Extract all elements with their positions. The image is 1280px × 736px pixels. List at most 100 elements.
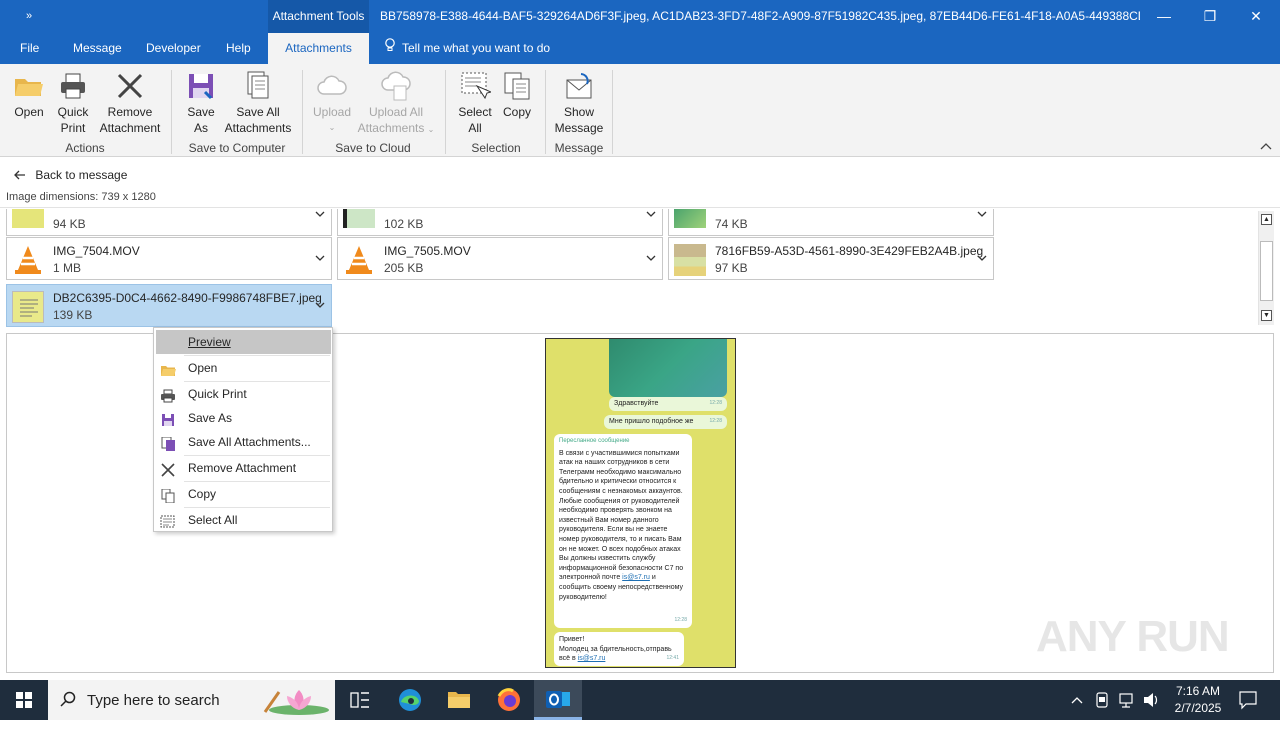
attachment-item[interactable]: 94 KB (6, 209, 332, 236)
windows-taskbar: Type here to search 7:16 AM 2/7/2025 (0, 680, 1280, 720)
firefox-taskbar-button[interactable] (485, 680, 533, 720)
close-button[interactable]: ✕ (1233, 0, 1279, 33)
outlook-icon (534, 691, 582, 723)
menu-item-preview[interactable]: Preview (156, 330, 331, 354)
attachment-tools-context-label: Attachment Tools (268, 0, 369, 33)
menu-item-select-all[interactable]: Select All (156, 508, 331, 532)
scrollbar-thumb[interactable] (1260, 241, 1273, 301)
menu-item-remove-attachment[interactable]: Remove Attachment (156, 456, 331, 480)
anyrun-watermark: ANY RUN (1036, 612, 1230, 661)
chevron-down-icon[interactable] (646, 250, 656, 264)
minimize-button[interactable]: — (1141, 0, 1187, 33)
menu-item-save-all[interactable]: Save All Attachments... (156, 430, 331, 454)
upload-all-label-2-text: Attachments (357, 121, 425, 135)
attachment-name: IMG_7504.MOV (53, 244, 140, 258)
tab-developer[interactable]: Developer (146, 33, 201, 64)
ribbon: Open Quick Print Remove Attachment Actio… (0, 64, 1280, 157)
tab-message[interactable]: Message (73, 33, 122, 64)
file-explorer-taskbar-button[interactable] (435, 680, 483, 720)
scroll-up-icon[interactable]: ▲ (1261, 214, 1272, 225)
chevron-down-icon[interactable] (977, 209, 987, 220)
attachment-list-scrollbar[interactable]: ▲ ▼ (1258, 211, 1274, 325)
attachment-name: DB2C6395-D0C4-4662-8490-F9986748FBE7.jpe… (53, 291, 322, 305)
chevron-down-icon[interactable] (315, 209, 325, 220)
scroll-down-icon[interactable]: ▼ (1261, 310, 1272, 321)
back-to-message-link[interactable]: Back to message (14, 168, 127, 182)
chevron-down-icon[interactable] (646, 209, 656, 220)
printer-icon (57, 70, 89, 102)
start-button[interactable] (0, 680, 48, 720)
attachment-item[interactable]: 7816FB59-A53D-4561-8990-3E429FEB2A4B.jpe… (668, 237, 994, 280)
open-button[interactable]: Open (10, 70, 48, 120)
chevron-down-icon[interactable] (977, 250, 987, 264)
attachment-item[interactable]: IMG_7505.MOV 205 KB (337, 237, 663, 280)
tab-help[interactable]: Help (226, 33, 251, 64)
chevron-down-icon[interactable] (315, 297, 325, 311)
chat-image-thumbnail (609, 339, 727, 397)
attachment-size: 1 MB (53, 261, 82, 275)
volume-icon[interactable] (1142, 680, 1160, 720)
preview-image: Здравствуйте 12:28 Мне пришло подобное ж… (545, 338, 736, 668)
taskbar-search-box[interactable]: Type here to search (48, 680, 335, 720)
save-all-attachments-button[interactable]: Save All Attachments (222, 70, 294, 136)
windows-logo-icon (0, 692, 48, 723)
lightbulb-icon (384, 33, 402, 64)
attachment-size: 205 KB (384, 261, 424, 275)
device-icon[interactable] (1094, 680, 1110, 720)
attachment-item[interactable]: 74 KB (668, 209, 994, 236)
window-title: BB758978-E388-4644-BAF5-329264AD6F3F.jpe… (380, 9, 1140, 23)
chevrons-right-icon[interactable]: » (22, 9, 36, 23)
ribbon-tabs: File Message Developer Help Attachments … (0, 33, 1280, 64)
menu-item-open[interactable]: Open (156, 356, 331, 380)
taskbar-clock[interactable]: 7:16 AM 2/7/2025 (1168, 683, 1228, 717)
quick-print-button[interactable]: Quick Print (54, 70, 92, 136)
task-view-button[interactable] (336, 680, 384, 720)
remove-attachment-button[interactable]: Remove Attachment (96, 70, 164, 136)
forwarded-time: 12:28 (674, 617, 687, 624)
upload-all-attachments-button[interactable]: Upload All Attachments ⌄ (354, 70, 438, 138)
restore-button[interactable]: ❐ (1187, 0, 1233, 33)
save-disk-icon (185, 70, 217, 102)
cloud-multiple-icon (380, 70, 412, 102)
group-actions-label: Actions (65, 141, 105, 155)
upload-button[interactable]: Upload ⌄ (310, 70, 354, 136)
email-link[interactable]: is@s7.ru (622, 574, 650, 581)
attachment-item[interactable]: 102 KB (337, 209, 663, 236)
tell-me-box[interactable]: Tell me what you want to do (384, 33, 550, 64)
save-as-label-2: As (193, 121, 208, 135)
reply-email-link[interactable]: is@s7.ru (578, 655, 606, 662)
attachment-item[interactable]: IMG_7504.MOV 1 MB (6, 237, 332, 280)
edge-taskbar-button[interactable] (386, 680, 434, 720)
show-hidden-icons-button[interactable] (1070, 680, 1084, 720)
arrow-left-icon (14, 168, 29, 182)
yellow-image-thumbnail (12, 209, 44, 228)
task-view-icon (336, 692, 384, 723)
tab-attachments[interactable]: Attachments (268, 33, 369, 64)
chat-bubble-forwarded: Пересланное сообщение В связи с участивш… (554, 434, 692, 628)
folder-open-icon (160, 361, 176, 376)
greeting-text: Здравствуйте (614, 400, 659, 407)
vlc-cone-icon (343, 244, 375, 276)
network-icon[interactable] (1118, 680, 1136, 720)
show-message-button[interactable]: Show Message (552, 70, 606, 136)
menu-item-quick-print[interactable]: Quick Print (156, 382, 331, 406)
outlook-taskbar-button[interactable] (534, 680, 582, 720)
folder-icon (435, 692, 483, 723)
cloud-icon (316, 70, 348, 102)
save-as-button[interactable]: Save As (182, 70, 220, 136)
attachment-size: 74 KB (715, 217, 748, 231)
attachment-item-selected[interactable]: DB2C6395-D0C4-4662-8490-F9986748FBE7.jpe… (6, 284, 332, 327)
collapse-ribbon-icon[interactable] (1260, 142, 1272, 153)
tab-file[interactable]: File (20, 33, 39, 64)
menu-item-save-as[interactable]: Save As (156, 406, 331, 430)
reply-line-2: Молодец за бдительность,отправь всё в is… (559, 645, 679, 664)
menu-item-copy[interactable]: Copy (156, 482, 331, 506)
copy-button[interactable]: Copy (498, 70, 536, 120)
chevron-down-icon[interactable] (315, 250, 325, 264)
menu-item-label: Copy (188, 487, 217, 501)
remove-x-icon (160, 461, 176, 477)
notifications-icon[interactable] (1238, 680, 1258, 720)
image-dimensions-text: Image dimensions: 739 x 1280 (6, 191, 156, 203)
dropdown-arrow-icon: ⌄ (427, 125, 435, 134)
select-all-button[interactable]: Select All (456, 70, 494, 136)
